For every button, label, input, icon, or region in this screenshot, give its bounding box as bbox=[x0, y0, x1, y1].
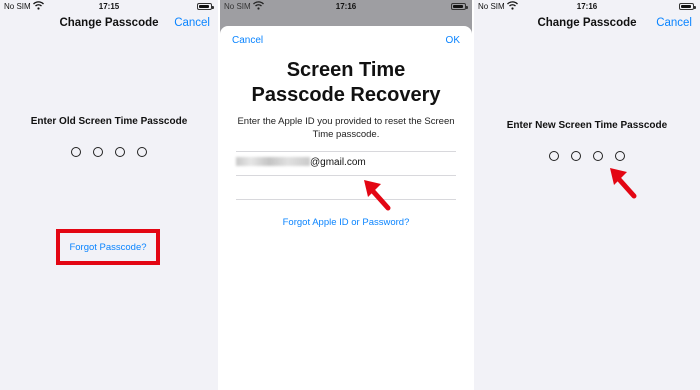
passcode-dot bbox=[615, 151, 625, 161]
passcode-dot bbox=[571, 151, 581, 161]
cancel-button[interactable]: Cancel bbox=[656, 17, 692, 29]
sheet-title-line2: Passcode Recovery bbox=[251, 84, 441, 106]
field-separator bbox=[236, 175, 456, 176]
passcode-dot bbox=[93, 147, 103, 157]
battery-icon bbox=[679, 3, 696, 10]
passcode-dot bbox=[593, 151, 603, 161]
passcode-prompt: Enter Old Screen Time Passcode bbox=[30, 116, 188, 127]
recovery-sheet: Cancel OK Screen Time Passcode Recovery … bbox=[220, 26, 472, 390]
passcode-recovery-screen: No SIM 17:16 Cancel OK Screen Time Passc… bbox=[220, 0, 472, 390]
sheet-title-line1: Screen Time bbox=[286, 59, 406, 81]
sheet-ok-button[interactable]: OK bbox=[446, 35, 460, 46]
email-suffix: @gmail.com bbox=[310, 157, 366, 168]
passcode-dot bbox=[549, 151, 559, 161]
cancel-button[interactable]: Cancel bbox=[174, 17, 210, 29]
red-arrow-icon bbox=[610, 168, 637, 199]
battery-icon bbox=[197, 3, 214, 10]
redacted-email-prefix bbox=[236, 157, 310, 166]
status-bar: No SIM 17:16 bbox=[474, 0, 700, 14]
field-separator bbox=[236, 199, 456, 200]
field-separator bbox=[236, 151, 456, 152]
battery-icon bbox=[451, 3, 468, 10]
status-bar: No SIM 17:15 bbox=[0, 0, 218, 14]
status-bar: No SIM 17:16 bbox=[220, 0, 472, 14]
passcode-dot bbox=[71, 147, 81, 157]
passcode-dot bbox=[137, 147, 147, 157]
passcode-dot bbox=[115, 147, 125, 157]
status-time: 17:16 bbox=[576, 2, 598, 11]
sheet-cancel-button[interactable]: Cancel bbox=[232, 35, 263, 46]
sheet-title: Screen Time Passcode Recovery bbox=[220, 58, 472, 108]
highlight-box: Forgot Passcode? bbox=[56, 229, 160, 265]
red-arrow-icon bbox=[364, 180, 391, 211]
status-time: 17:15 bbox=[98, 2, 120, 11]
apple-id-field[interactable]: @gmail.com bbox=[236, 157, 366, 168]
sheet-subtitle: Enter the Apple ID you provided to reset… bbox=[237, 116, 455, 140]
passcode-dots[interactable] bbox=[474, 148, 700, 166]
status-time: 17:16 bbox=[335, 2, 357, 11]
new-passcode-screen: No SIM 17:16 Change Passcode Cancel Ente… bbox=[474, 0, 700, 390]
forgot-passcode-link[interactable]: Forgot Passcode? bbox=[60, 242, 156, 253]
passcode-prompt: Enter New Screen Time Passcode bbox=[506, 120, 668, 131]
forgot-apple-id-link[interactable]: Forgot Apple ID or Password? bbox=[220, 217, 472, 228]
passcode-dots[interactable] bbox=[0, 144, 218, 162]
old-passcode-screen: No SIM 17:15 Change Passcode Cancel Ente… bbox=[0, 0, 218, 390]
